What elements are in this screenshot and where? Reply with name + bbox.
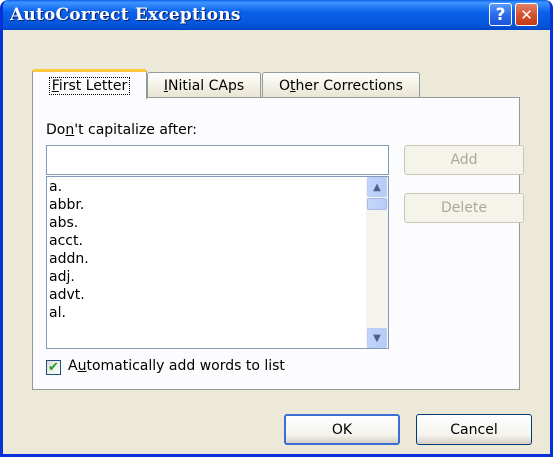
tab-other-corrections-label: Other Corrections xyxy=(279,77,403,94)
chevron-down-icon: ▼ xyxy=(373,332,381,344)
title-bar[interactable]: AutoCorrect Exceptions ? ✕ xyxy=(3,0,550,30)
tab-initial-caps-label: INitial CAps xyxy=(163,77,245,94)
tab-first-letter-label: First Letter xyxy=(48,76,131,95)
list-item[interactable]: advt. xyxy=(49,286,85,304)
auto-add-checkbox[interactable]: ✔ xyxy=(46,360,61,375)
close-button[interactable]: ✕ xyxy=(515,3,538,26)
list-item[interactable]: adj. xyxy=(49,268,75,286)
list-item[interactable]: abbr. xyxy=(49,196,84,214)
auto-add-label[interactable]: Automatically add words to list xyxy=(68,358,285,374)
list-item[interactable]: al. xyxy=(49,304,66,322)
scroll-up-button[interactable]: ▲ xyxy=(367,177,387,197)
list-item[interactable]: abs. xyxy=(49,214,78,232)
scroll-thumb[interactable] xyxy=(367,198,387,210)
chevron-up-icon: ▲ xyxy=(373,181,381,193)
cancel-button[interactable]: Cancel xyxy=(416,414,532,445)
list-item[interactable]: addn. xyxy=(49,250,89,268)
exception-input[interactable] xyxy=(46,145,389,175)
help-button[interactable]: ? xyxy=(489,3,512,26)
tab-first-letter[interactable]: First Letter xyxy=(32,69,147,99)
question-mark-icon: ? xyxy=(495,4,506,25)
add-button[interactable]: Add xyxy=(404,145,524,175)
exceptions-list[interactable]: a. abbr. abs. acct. addn. adj. advt. al.… xyxy=(46,176,389,349)
list-item[interactable]: a. xyxy=(49,178,62,196)
window-title: AutoCorrect Exceptions xyxy=(10,5,241,25)
close-icon: ✕ xyxy=(520,5,533,24)
list-item[interactable]: acct. xyxy=(49,232,83,250)
checkmark-icon: ✔ xyxy=(48,360,59,375)
tab-initial-caps[interactable]: INitial CAps xyxy=(147,72,261,98)
delete-button[interactable]: Delete xyxy=(404,193,524,223)
dont-capitalize-label: Don't capitalize after: xyxy=(46,122,197,138)
scroll-down-button[interactable]: ▼ xyxy=(367,328,387,348)
tab-other-corrections[interactable]: Other Corrections xyxy=(262,72,420,98)
ok-button[interactable]: OK xyxy=(284,414,400,445)
list-scrollbar[interactable]: ▲ ▼ xyxy=(366,177,388,348)
first-letter-panel: Don't capitalize after: Add Delete a. ab… xyxy=(32,97,524,390)
dialog-window: AutoCorrect Exceptions ? ✕ First Letter … xyxy=(0,0,553,457)
